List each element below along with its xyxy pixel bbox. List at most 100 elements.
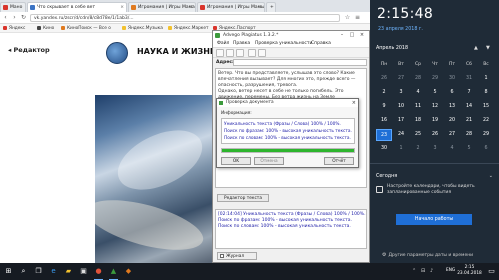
task-view-icon[interactable]: ❐: [33, 266, 44, 277]
journal-checkbox[interactable]: Журнал: [217, 252, 257, 260]
calendar-day[interactable]: 11: [410, 101, 426, 113]
bookmark-item[interactable]: Яндекс.Маркет: [168, 25, 209, 32]
calendar-day[interactable]: 27: [393, 73, 409, 85]
yandex-browser-icon[interactable]: ●: [93, 266, 104, 280]
calendar-day[interactable]: 21: [461, 115, 477, 127]
calendar-day[interactable]: 12: [427, 101, 443, 113]
calendar-day[interactable]: 2: [376, 87, 392, 99]
language-indicator[interactable]: ENG: [446, 268, 455, 273]
calendar-day[interactable]: 15: [478, 101, 494, 113]
previous-month-icon[interactable]: ▲: [474, 45, 478, 51]
date-link[interactable]: 23 апреля 2018 г.: [378, 27, 423, 32]
calendar-day[interactable]: 2: [410, 143, 426, 155]
calendar-day[interactable]: 28: [461, 129, 477, 141]
calendar-day[interactable]: 1: [393, 143, 409, 155]
calendar-day[interactable]: 5: [427, 87, 443, 99]
calendar-day[interactable]: 24: [393, 129, 409, 141]
reload-icon[interactable]: ↻: [20, 14, 27, 21]
calendar-day[interactable]: 1: [478, 73, 494, 85]
calendar-day[interactable]: 4: [410, 87, 426, 99]
menu-edit[interactable]: Правка: [233, 40, 250, 48]
calendar-day[interactable]: 17: [393, 115, 409, 127]
bookmark-item[interactable]: Кино: [37, 25, 54, 32]
menu-icon[interactable]: ≡: [354, 14, 361, 21]
text-editor-button[interactable]: Редактор текста: [217, 194, 269, 202]
edge-icon[interactable]: e: [48, 266, 59, 277]
file-explorer-icon[interactable]: ▰: [63, 266, 74, 277]
stop-icon[interactable]: [258, 49, 266, 57]
calendar-day[interactable]: 27: [444, 129, 460, 141]
calendar-day[interactable]: 6: [478, 143, 494, 155]
site-title[interactable]: НАУКА И ЖИЗНЬ: [137, 47, 216, 56]
calendar-day[interactable]: 29: [427, 73, 443, 85]
close-tab-icon[interactable]: ×: [258, 3, 262, 12]
calendar-day[interactable]: 16: [376, 115, 392, 127]
next-month-icon[interactable]: ▼: [486, 45, 490, 51]
editor-link[interactable]: ◂ Редактор: [8, 46, 50, 54]
calendar-day-today[interactable]: 23: [376, 129, 392, 141]
calendar-day[interactable]: 3: [393, 87, 409, 99]
search-icon[interactable]: ⌕: [18, 266, 29, 277]
browser-tab-active[interactable]: Что скрывает в себе вет ×: [27, 2, 127, 12]
calendar-day[interactable]: 31: [461, 73, 477, 85]
maximize-icon[interactable]: □: [347, 31, 357, 40]
minimize-icon[interactable]: –: [337, 31, 347, 40]
collapse-icon[interactable]: ⌄: [489, 173, 493, 179]
check-icon[interactable]: [248, 49, 256, 57]
advego-taskbar-icon[interactable]: ▲: [108, 266, 119, 280]
bookmark-item[interactable]: Яндекс.Музыка: [122, 25, 163, 32]
save-icon[interactable]: [236, 49, 244, 57]
calendar-day[interactable]: 26: [376, 73, 392, 85]
calendar-day[interactable]: 4: [444, 143, 460, 155]
menu-uniqueness-check[interactable]: Проверка уникальности: [255, 40, 312, 48]
calendar-day[interactable]: 8: [478, 87, 494, 99]
app-icon[interactable]: ◆: [123, 266, 134, 277]
calendar-day[interactable]: 30: [444, 73, 460, 85]
new-tab-button[interactable]: +: [266, 2, 276, 12]
store-icon[interactable]: ▣: [78, 266, 89, 277]
menu-file[interactable]: Файл: [217, 40, 229, 48]
site-logo[interactable]: [106, 42, 128, 64]
cancel-button[interactable]: Отмена: [254, 157, 284, 165]
calendar-day[interactable]: 14: [461, 101, 477, 113]
calendar-day[interactable]: 3: [427, 143, 443, 155]
calendar-day[interactable]: 10: [393, 101, 409, 113]
network-icon[interactable]: ⊟: [421, 268, 425, 274]
tray-clock[interactable]: 2:15 23.04.2018: [457, 265, 482, 277]
date-time-settings-link[interactable]: ⚙ Другие параметры даты и времени: [382, 252, 473, 258]
windows-start-icon[interactable]: ⊞: [3, 266, 14, 277]
volume-icon[interactable]: ♪: [430, 268, 433, 274]
menu-help[interactable]: Справка: [311, 40, 331, 48]
close-icon[interactable]: ×: [357, 31, 367, 40]
browser-tab[interactable]: Мано: [0, 2, 26, 12]
calendar-day[interactable]: 29: [478, 129, 494, 141]
open-file-icon[interactable]: [226, 49, 234, 57]
calendar-day[interactable]: 19: [427, 115, 443, 127]
get-started-button[interactable]: Начало работы: [396, 214, 472, 225]
calendar-day[interactable]: 6: [444, 87, 460, 99]
browser-tab[interactable]: Игромания | Игры Мамы ×: [197, 2, 265, 12]
star-icon[interactable]: ☆: [344, 14, 351, 21]
close-icon[interactable]: ×: [352, 99, 356, 107]
calendar-day[interactable]: 5: [461, 143, 477, 155]
calendar-day[interactable]: 9: [376, 101, 392, 113]
calendar-day[interactable]: 20: [444, 115, 460, 127]
address-input[interactable]: [233, 59, 367, 66]
calendar-day[interactable]: 7: [461, 87, 477, 99]
forward-icon[interactable]: ›: [11, 14, 18, 21]
browser-tab[interactable]: Игромания | Игры Мама ×: [128, 2, 196, 12]
new-document-icon[interactable]: [216, 49, 224, 57]
calendar-day[interactable]: 22: [478, 115, 494, 127]
calendar-day[interactable]: 28: [410, 73, 426, 85]
close-tab-icon[interactable]: ×: [189, 3, 193, 12]
back-icon[interactable]: ‹: [2, 14, 9, 21]
calendar-day[interactable]: 30: [376, 143, 392, 155]
calendar-day[interactable]: 13: [444, 101, 460, 113]
month-label[interactable]: Апрель 2018: [376, 46, 408, 51]
url-field[interactable]: vk.yandex.ru/zscr/d/cdn/8/c8d78e/1/1ab3/…: [30, 14, 340, 22]
calendar-day[interactable]: 18: [410, 115, 426, 127]
calendar-day[interactable]: 26: [427, 129, 443, 141]
ok-button[interactable]: OK: [221, 157, 251, 165]
report-button[interactable]: Отчёт: [324, 157, 354, 165]
bookmark-item[interactable]: Яндекс: [3, 25, 25, 32]
